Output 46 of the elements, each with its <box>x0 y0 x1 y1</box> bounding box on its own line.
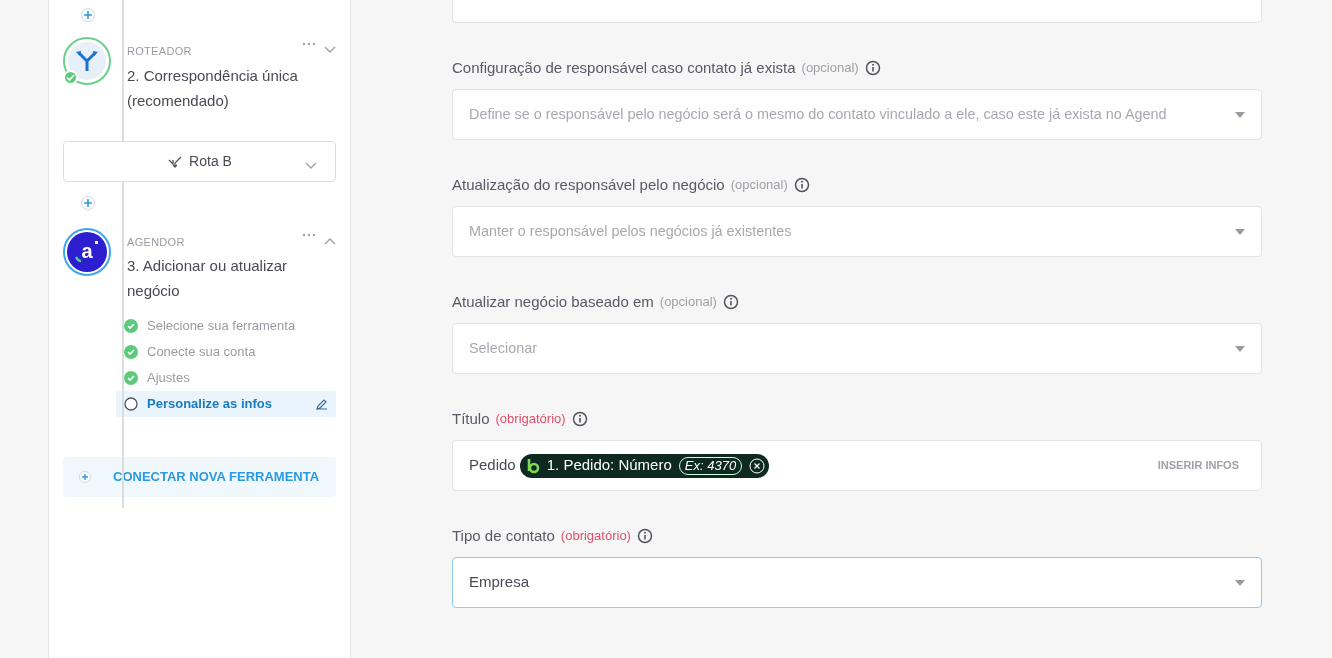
substep-item[interactable]: Personalize as infos <box>116 391 336 417</box>
app-name: AGENDOR <box>127 234 185 250</box>
add-step-icon[interactable] <box>81 8 95 22</box>
connect-tool-button[interactable]: CONECTAR NOVA FERRAMENTA <box>63 457 336 497</box>
dropdown-arrow-icon <box>1235 579 1245 586</box>
input-field[interactable]: Pedido 1. Pedido: Número Ex: 4370 INSERIR INFOS <box>452 440 1262 491</box>
caret-icon <box>305 161 317 170</box>
substep-item[interactable]: Selecione sua ferramenta <box>116 313 336 339</box>
close-icon[interactable] <box>749 457 766 474</box>
dropdown-arrow-icon <box>1235 111 1245 118</box>
insert-info-button[interactable]: INSERIR INFOS <box>1151 456 1245 475</box>
field-label: Atualização do responsável pelo negócio <box>452 174 725 195</box>
plus-icon <box>79 471 91 483</box>
data-tag[interactable]: 1. Pedido: Número Ex: 4370 <box>519 453 770 478</box>
info-icon <box>722 294 739 310</box>
select-field[interactable]: Selecionar <box>452 323 1262 374</box>
field-hint: (obrigatório) <box>495 410 566 429</box>
app-name: ROTEADOR <box>127 44 192 59</box>
dropdown-arrow-icon <box>1235 228 1245 235</box>
field-label: Atualizar negócio baseado em <box>452 291 654 312</box>
app-logo-icon: a <box>63 227 111 276</box>
field-label: Configuração de responsável caso contato já exista <box>452 57 796 78</box>
info-icon <box>793 177 810 193</box>
add-step-icon[interactable] <box>81 195 95 210</box>
info-icon <box>864 60 881 76</box>
field-label: Título <box>452 408 490 429</box>
dropdown-arrow-icon <box>1235 345 1245 352</box>
field-hint: (opcional) <box>730 176 788 195</box>
field-hint: (opcional) <box>801 59 859 78</box>
step-title: 2. Correspondência única (recomendado) <box>127 65 299 111</box>
field-hint: (obrigatório) <box>560 527 631 546</box>
field-label: Tipo de contato <box>452 525 555 546</box>
app-logo-icon <box>525 457 540 474</box>
select-field[interactable]: Empresa <box>452 557 1262 608</box>
select-field[interactable]: Manter o responsável pelos negócios já existentes <box>452 206 1262 257</box>
route-icon <box>167 154 184 168</box>
substep-item[interactable]: Conecte sua conta <box>116 339 336 365</box>
substep-item[interactable]: Ajustes <box>116 365 336 391</box>
edit-icon <box>316 398 328 410</box>
route-dropdown[interactable]: Rota B <box>63 140 336 182</box>
field-value: Pedido <box>469 455 516 476</box>
step-title: 3. Adicionar ou atualizar negócio <box>127 256 289 301</box>
info-icon <box>571 411 588 427</box>
select-field[interactable]: Define se o responsável pelo negócio será o mesmo do contato vinculado a ele, caso este já exista no Agend <box>452 89 1262 140</box>
info-icon <box>636 528 653 544</box>
field-hint: (opcional) <box>659 293 717 312</box>
